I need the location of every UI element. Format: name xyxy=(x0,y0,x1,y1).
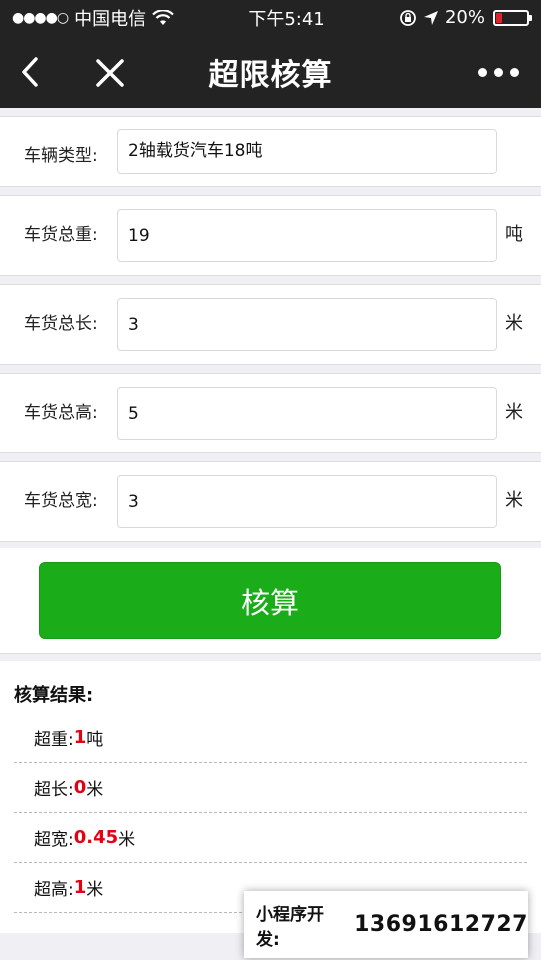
developer-phone: 13691612727 xyxy=(354,912,528,937)
result-overweight-row: 超重: 1 吨 xyxy=(14,713,527,763)
width-row: 车货总宽: 米 xyxy=(0,461,541,542)
result-title: 核算结果: xyxy=(14,685,94,706)
result-unit: 米 xyxy=(86,780,104,800)
result-unit: 米 xyxy=(118,830,136,850)
length-input[interactable] xyxy=(117,298,497,351)
length-label: 车货总长: xyxy=(24,314,98,334)
result-value: 0.45 xyxy=(73,827,119,848)
more-dot xyxy=(478,68,487,77)
result-label: 超重: xyxy=(34,730,74,750)
battery-level xyxy=(496,12,502,23)
result-value: 0 xyxy=(73,777,87,798)
height-label: 车货总高: xyxy=(24,403,98,423)
height-row: 车货总高: 米 xyxy=(0,373,541,453)
vehicle-type-row: 车辆类型: 2轴载货汽车18吨 xyxy=(0,116,541,187)
result-unit: 吨 xyxy=(86,730,104,750)
weight-label: 车货总重: xyxy=(24,225,98,245)
result-overwidth-row: 超宽: 0.45 米 xyxy=(14,813,527,863)
back-icon[interactable] xyxy=(16,55,44,89)
wifi-icon xyxy=(152,9,174,25)
battery-icon xyxy=(493,9,532,26)
calc-button-area: 核算 xyxy=(0,548,541,654)
result-label: 超高: xyxy=(34,880,74,900)
width-unit: 米 xyxy=(505,490,523,511)
status-left: ●●●●○ 中国电信 xyxy=(12,5,174,31)
developer-label: 小程序开发: xyxy=(256,904,324,950)
status-bar: ●●●●○ 中国电信 下午5:41 20% xyxy=(0,0,541,35)
more-dot xyxy=(510,68,519,77)
status-time: 下午5:41 xyxy=(248,8,325,30)
result-overlength-row: 超长: 0 米 xyxy=(14,763,527,813)
status-right: 20% xyxy=(399,7,532,28)
location-arrow-icon xyxy=(423,10,438,25)
length-unit: 米 xyxy=(505,313,523,334)
signal-strength-icon: ●●●●○ xyxy=(12,9,69,26)
rotation-lock-icon xyxy=(400,9,416,26)
result-value: 1 xyxy=(73,727,87,748)
calc-button[interactable]: 核算 xyxy=(39,562,501,639)
result-value: 1 xyxy=(73,877,87,898)
result-label: 超长: xyxy=(34,780,74,800)
width-input[interactable] xyxy=(117,475,497,528)
close-icon[interactable] xyxy=(94,57,126,89)
vehicle-type-label: 车辆类型: xyxy=(24,146,98,166)
width-label: 车货总宽: xyxy=(24,491,98,511)
battery-percent: 20% xyxy=(444,7,485,28)
page-title: 超限核算 xyxy=(208,57,333,93)
weight-row: 车货总重: 吨 xyxy=(0,195,541,276)
nav-bar: 超限核算 xyxy=(0,35,541,108)
vehicle-type-select[interactable]: 2轴载货汽车18吨 xyxy=(117,129,497,174)
result-unit: 米 xyxy=(86,880,104,900)
developer-contact-badge[interactable]: 小程序开发: 13691612727 xyxy=(244,891,528,958)
more-dot xyxy=(494,68,503,77)
more-icon[interactable] xyxy=(478,68,519,77)
height-unit: 米 xyxy=(505,402,523,423)
weight-input[interactable] xyxy=(117,209,497,262)
height-input[interactable] xyxy=(117,387,497,440)
length-row: 车货总长: 米 xyxy=(0,284,541,365)
carrier-name: 中国电信 xyxy=(74,8,147,30)
weight-unit: 吨 xyxy=(505,224,523,245)
result-label: 超宽: xyxy=(34,830,74,850)
